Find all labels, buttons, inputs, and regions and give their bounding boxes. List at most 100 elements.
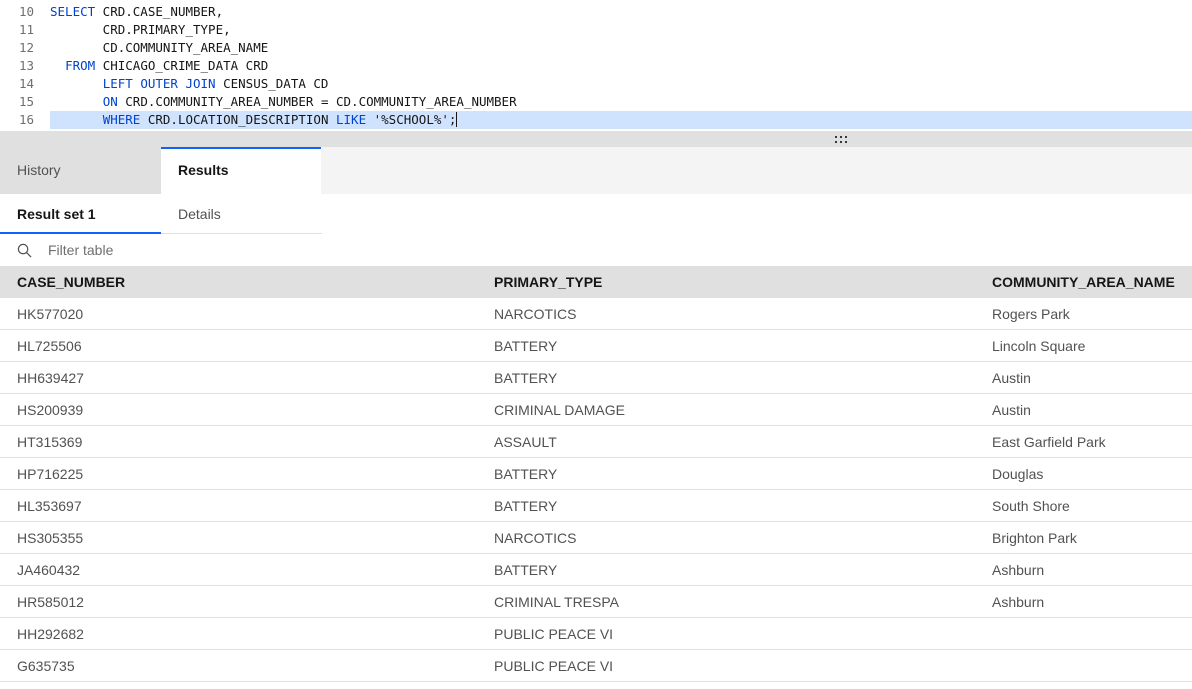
sql-keyword: WHERE xyxy=(102,112,141,127)
table-row[interactable]: HS200939 CRIMINAL DAMAGE Austin xyxy=(0,394,1192,426)
sql-text: CRD.CASE_NUMBER, xyxy=(95,4,224,19)
cell-primary-type: PUBLIC PEACE VI xyxy=(494,626,614,642)
table-row[interactable]: HL353697 BATTERY South Shore xyxy=(0,490,1192,522)
sql-keyword: LEFT OUTER JOIN xyxy=(102,76,216,91)
cell-community-area-name: Austin xyxy=(992,370,1031,386)
cell-case-number: HR585012 xyxy=(17,594,84,610)
cell-primary-type: ASSAULT xyxy=(494,434,557,450)
code-line[interactable]: 10 SELECT CRD.CASE_NUMBER, xyxy=(0,3,1192,21)
column-header-primary-type[interactable]: PRIMARY_TYPE xyxy=(494,266,602,298)
cell-case-number: HH292682 xyxy=(17,626,84,642)
sql-text: CRD.LOCATION_DESCRIPTION xyxy=(140,112,336,127)
tab-results[interactable]: Results xyxy=(161,147,321,194)
table-row[interactable]: HH292682 PUBLIC PEACE VI xyxy=(0,618,1192,650)
cell-case-number: G635735 xyxy=(17,658,75,674)
sql-text: CRD.PRIMARY_TYPE, xyxy=(50,22,231,37)
cell-case-number: HP716225 xyxy=(17,466,84,482)
results-table: CASE_NUMBER PRIMARY_TYPE COMMUNITY_AREA_… xyxy=(0,266,1192,682)
sql-keyword: FROM xyxy=(65,58,96,73)
cell-primary-type: BATTERY xyxy=(494,370,558,386)
code-line[interactable]: 13 FROM CHICAGO_CRIME_DATA CRD xyxy=(0,57,1192,75)
sql-text: CRD.COMMUNITY_AREA_NUMBER = CD.COMMUNITY… xyxy=(117,94,517,109)
code-text[interactable]: CD.COMMUNITY_AREA_NAME xyxy=(50,39,1192,57)
table-row[interactable]: HT315369 ASSAULT East Garfield Park xyxy=(0,426,1192,458)
cell-community-area-name: East Garfield Park xyxy=(992,434,1106,450)
pane-splitter[interactable] xyxy=(0,131,1192,147)
filter-bar xyxy=(0,234,1192,266)
cell-case-number: HK577020 xyxy=(17,306,84,322)
cell-case-number: HH639427 xyxy=(17,370,84,386)
code-line[interactable]: 11 CRD.PRIMARY_TYPE, xyxy=(0,21,1192,39)
drag-handle-icon[interactable] xyxy=(835,136,849,144)
line-number: 13 xyxy=(18,58,34,73)
table-body: HK577020 NARCOTICS Rogers Park HL725506 BATT… xyxy=(0,298,1192,682)
code-text[interactable]: LEFT OUTER JOIN CENSUS_DATA CD xyxy=(50,75,1192,93)
cell-case-number: HS200939 xyxy=(17,402,84,418)
table-row[interactable]: HL725506 BATTERY Lincoln Square xyxy=(0,330,1192,362)
column-header-case-number[interactable]: CASE_NUMBER xyxy=(17,266,125,298)
cell-primary-type: BATTERY xyxy=(494,466,558,482)
table-row[interactable]: JA460432 BATTERY Ashburn xyxy=(0,554,1192,586)
column-header-community-area-name[interactable]: COMMUNITY_AREA_NAME xyxy=(992,266,1175,298)
cell-primary-type: BATTERY xyxy=(494,338,558,354)
results-tabs: History Results xyxy=(0,147,1192,194)
sql-editor[interactable]: 10 SELECT CRD.CASE_NUMBER, 11 CRD.PRIMARY_… xyxy=(0,0,1192,131)
line-number: 14 xyxy=(18,76,34,91)
table-row[interactable]: HS305355 NARCOTICS Brighton Park xyxy=(0,522,1192,554)
cell-case-number: HS305355 xyxy=(17,530,84,546)
cell-case-number: HT315369 xyxy=(17,434,83,450)
code-line[interactable]: 14 LEFT OUTER JOIN CENSUS_DATA CD xyxy=(0,75,1192,93)
code-line[interactable]: 16 WHERE CRD.LOCATION_DESCRIPTION LIKE '… xyxy=(0,111,1192,129)
sql-text: '%SCHOOL%'; xyxy=(366,112,457,127)
line-number: 11 xyxy=(18,22,34,37)
tab-result-set-1[interactable]: Result set 1 xyxy=(0,194,161,234)
table-row[interactable]: HR585012 CRIMINAL TRESPA Ashburn xyxy=(0,586,1192,618)
code-line[interactable]: 12 CD.COMMUNITY_AREA_NAME xyxy=(0,39,1192,57)
cell-primary-type: PUBLIC PEACE VI xyxy=(494,658,614,674)
line-number: 10 xyxy=(18,4,34,19)
code-text[interactable]: FROM CHICAGO_CRIME_DATA CRD xyxy=(50,57,1192,75)
sql-text: CHICAGO_CRIME_DATA CRD xyxy=(95,58,269,73)
cell-community-area-name: Brighton Park xyxy=(992,530,1077,546)
cell-community-area-name: Douglas xyxy=(992,466,1044,482)
table-row[interactable]: HH639427 BATTERY Austin xyxy=(0,362,1192,394)
cell-primary-type: CRIMINAL DAMAGE xyxy=(494,402,625,418)
tab-history[interactable]: History xyxy=(0,147,161,194)
cell-primary-type: NARCOTICS xyxy=(494,530,577,546)
filter-table-input[interactable] xyxy=(48,234,648,266)
table-row[interactable]: HP716225 BATTERY Douglas xyxy=(0,458,1192,490)
search-icon xyxy=(17,243,32,258)
line-number: 12 xyxy=(18,40,34,55)
line-number: 15 xyxy=(18,94,34,109)
sql-keyword: SELECT xyxy=(50,4,96,19)
table-row[interactable]: G635735 PUBLIC PEACE VI xyxy=(0,650,1192,682)
code-text[interactable]: WHERE CRD.LOCATION_DESCRIPTION LIKE '%SC… xyxy=(50,111,1192,129)
code-text[interactable]: CRD.PRIMARY_TYPE, xyxy=(50,21,1192,39)
cell-primary-type: CRIMINAL TRESPA xyxy=(494,594,619,610)
cell-case-number: HL353697 xyxy=(17,498,82,514)
sql-text: CENSUS_DATA CD xyxy=(215,76,329,91)
sql-keyword: ON xyxy=(102,94,118,109)
line-number: 16 xyxy=(18,112,34,127)
table-header: CASE_NUMBER PRIMARY_TYPE COMMUNITY_AREA_… xyxy=(0,266,1192,298)
code-text[interactable]: ON CRD.COMMUNITY_AREA_NUMBER = CD.COMMUN… xyxy=(50,93,1192,111)
sql-keyword: LIKE xyxy=(336,112,367,127)
cell-community-area-name: Ashburn xyxy=(992,562,1045,578)
cell-primary-type: BATTERY xyxy=(494,562,558,578)
text-cursor xyxy=(456,112,458,127)
cell-primary-type: NARCOTICS xyxy=(494,306,577,322)
cell-community-area-name: Ashburn xyxy=(992,594,1045,610)
code-line[interactable]: 15 ON CRD.COMMUNITY_AREA_NUMBER = CD.COM… xyxy=(0,93,1192,111)
table-row[interactable]: HK577020 NARCOTICS Rogers Park xyxy=(0,298,1192,330)
cell-case-number: JA460432 xyxy=(17,562,81,578)
cell-primary-type: BATTERY xyxy=(494,498,558,514)
tab-details[interactable]: Details xyxy=(161,194,322,234)
cell-community-area-name: Lincoln Square xyxy=(992,338,1086,354)
sql-text: CD.COMMUNITY_AREA_NAME xyxy=(50,40,269,55)
code-text[interactable]: SELECT CRD.CASE_NUMBER, xyxy=(50,3,1192,21)
cell-community-area-name: Austin xyxy=(992,402,1031,418)
